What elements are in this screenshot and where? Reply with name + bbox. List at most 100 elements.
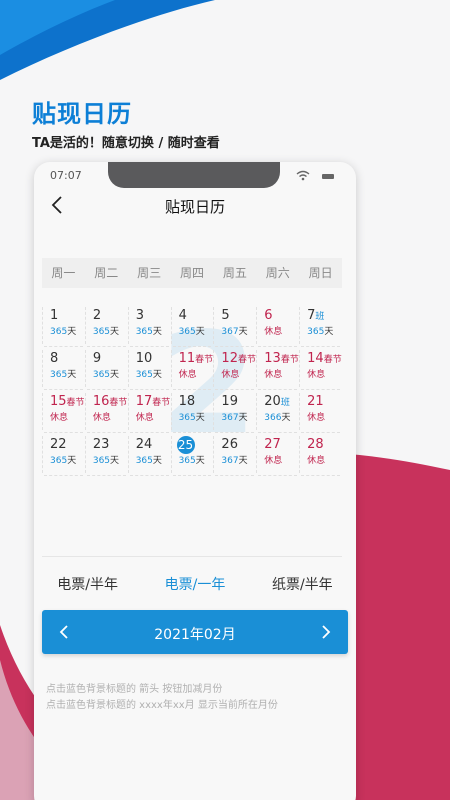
rest-label: 休息	[264, 456, 283, 466]
days-count-number: 367	[221, 327, 239, 337]
day-number-text: 11	[178, 351, 196, 366]
rest-label: 休息	[264, 327, 283, 337]
day-number-text: 12	[221, 351, 238, 366]
day-number: 27	[264, 437, 281, 452]
calendar-day-cell[interactable]: 27 休息	[256, 433, 299, 476]
days-count: 365天	[179, 324, 205, 337]
ticket-tabs: 电票/半年 电票/一年 纸票/半年	[34, 574, 356, 594]
festival-badge: 春节	[152, 398, 171, 408]
days-count-unit: 天	[195, 327, 205, 337]
calendar-day-cell[interactable]: 19 367天	[213, 390, 256, 433]
calendar-day-cell[interactable]: 11春节 休息	[170, 347, 214, 390]
day-number-text: 28	[307, 437, 324, 452]
calendar-day-cell[interactable]: 24 365天	[127, 433, 171, 476]
days-count-number: 367	[221, 413, 239, 423]
calendar-grid: 2 1 365天 2 365天 3 365天 4 365天 5 367天 6 休息 7班 365天 8 365…	[42, 304, 342, 476]
day-number-text: 5	[221, 308, 230, 323]
calendar-day-cell[interactable]: 1 365天	[42, 304, 85, 347]
days-count-unit: 天	[110, 327, 120, 337]
days-count-unit: 天	[324, 327, 334, 337]
promo-title: 贴现日历	[32, 100, 132, 128]
days-count-number: 365	[307, 327, 325, 337]
battery-icon	[322, 174, 334, 179]
calendar-day-cell[interactable]: 12春节 休息	[213, 347, 256, 390]
tab-e-ticket-half-year[interactable]: 电票/半年	[34, 574, 141, 594]
calendar-day-cell[interactable]: 10 365天	[127, 347, 171, 390]
calendar-day-cell[interactable]: 14春节休息	[299, 347, 342, 390]
current-month-label[interactable]: 2021年02月	[42, 624, 348, 644]
calendar-day-cell[interactable]: 7班 365天	[299, 304, 342, 347]
days-count-unit: 天	[152, 456, 162, 466]
festival-badge: 春节	[66, 398, 85, 408]
calendar-day-cell[interactable]: 17春节 休息	[127, 390, 171, 433]
days-count: 365天	[136, 453, 162, 466]
days-count: 365天	[50, 367, 76, 380]
day-number: 17春节	[136, 394, 171, 409]
calendar-day-cell[interactable]: 22 365天	[42, 433, 85, 476]
days-count: 365天	[50, 453, 76, 466]
days-count: 365天	[179, 453, 205, 466]
days-count-unit: 天	[152, 327, 162, 337]
calendar-day-cell[interactable]: 26 367天	[213, 433, 256, 476]
tab-paper-ticket-half-year[interactable]: 纸票/半年	[249, 574, 356, 594]
day-number-text: 15	[50, 394, 67, 409]
days-count-unit: 天	[195, 413, 205, 423]
day-number: 3	[136, 308, 144, 323]
calendar-day-cell[interactable]: 16春节 休息	[84, 390, 128, 433]
days-count: 366天	[264, 410, 290, 423]
day-number: 14春节	[307, 351, 342, 366]
calendar-day-cell[interactable]: 28 休息	[299, 433, 342, 476]
day-number-text: 27	[264, 437, 281, 452]
calendar-day-cell[interactable]: 25 365天	[170, 433, 214, 476]
weekday-label: 周六	[265, 266, 290, 280]
calendar-day-cell[interactable]: 18 365天	[170, 390, 214, 433]
day-number: 7班	[307, 308, 324, 323]
day-number-text: 1	[50, 308, 59, 323]
wifi-icon	[296, 170, 310, 181]
phone-notch	[108, 162, 280, 188]
calendar-day-cell[interactable]: 13春节 休息	[256, 347, 299, 390]
days-count-unit: 天	[110, 456, 120, 466]
tab-e-ticket-one-year[interactable]: 电票/一年	[141, 574, 248, 594]
days-count-number: 365	[135, 456, 153, 466]
calendar-day-cell[interactable]: 3 365天	[127, 304, 171, 347]
day-number: 11春节	[179, 351, 214, 366]
calendar-day-cell[interactable]: 23 365天	[84, 433, 128, 476]
day-number: 4	[179, 308, 187, 323]
weekday-label: 周三	[137, 266, 162, 280]
days-count-unit: 天	[238, 327, 248, 337]
days-count-number: 365	[50, 370, 68, 380]
rest-label: 休息	[264, 370, 283, 380]
calendar-day-cell[interactable]: 15春节 休息	[42, 390, 85, 433]
days-count: 365天	[307, 324, 333, 337]
calendar-day-cell[interactable]: 20班 366天	[256, 390, 299, 433]
calendar-day-cell[interactable]: 21 休息	[299, 390, 342, 433]
day-number-text: 16	[92, 394, 110, 409]
festival-badge: 春节	[280, 355, 299, 365]
days-count-unit: 天	[110, 370, 120, 380]
day-number-text: 24	[135, 437, 153, 452]
day-number: 20班	[264, 394, 290, 409]
days-count-unit: 天	[67, 456, 77, 466]
rest-label: 休息	[307, 456, 326, 466]
calendar-day-cell[interactable]: 4 365天	[170, 304, 214, 347]
rest-label: 休息	[307, 370, 326, 380]
day-number-text: 4	[178, 308, 187, 323]
day-number-text: 23	[92, 437, 110, 452]
festival-badge: 春节	[323, 355, 342, 365]
calendar-day-cell[interactable]: 5 367天	[213, 304, 256, 347]
calendar-day-cell[interactable]: 8 365天	[42, 347, 85, 390]
calendar-day-cell[interactable]: 2 365天	[84, 304, 128, 347]
days-count-number: 367	[221, 456, 239, 466]
day-number: 23	[93, 437, 110, 452]
page-title: 贴现日历	[164, 198, 225, 216]
days-count: 365天	[50, 324, 76, 337]
calendar-day-cell[interactable]: 9 365天	[84, 347, 128, 390]
hint-text: 点击蓝色背景标题的 xxxx年xx月 显示当前所在月份	[46, 700, 278, 711]
day-number: 15春节	[50, 394, 85, 409]
days-count-number: 366	[264, 413, 282, 423]
days-count-number: 365	[92, 327, 111, 337]
days-count-number: 365	[135, 327, 153, 337]
calendar-day-cell[interactable]: 6 休息	[256, 304, 299, 347]
next-month-icon[interactable]	[320, 624, 332, 640]
